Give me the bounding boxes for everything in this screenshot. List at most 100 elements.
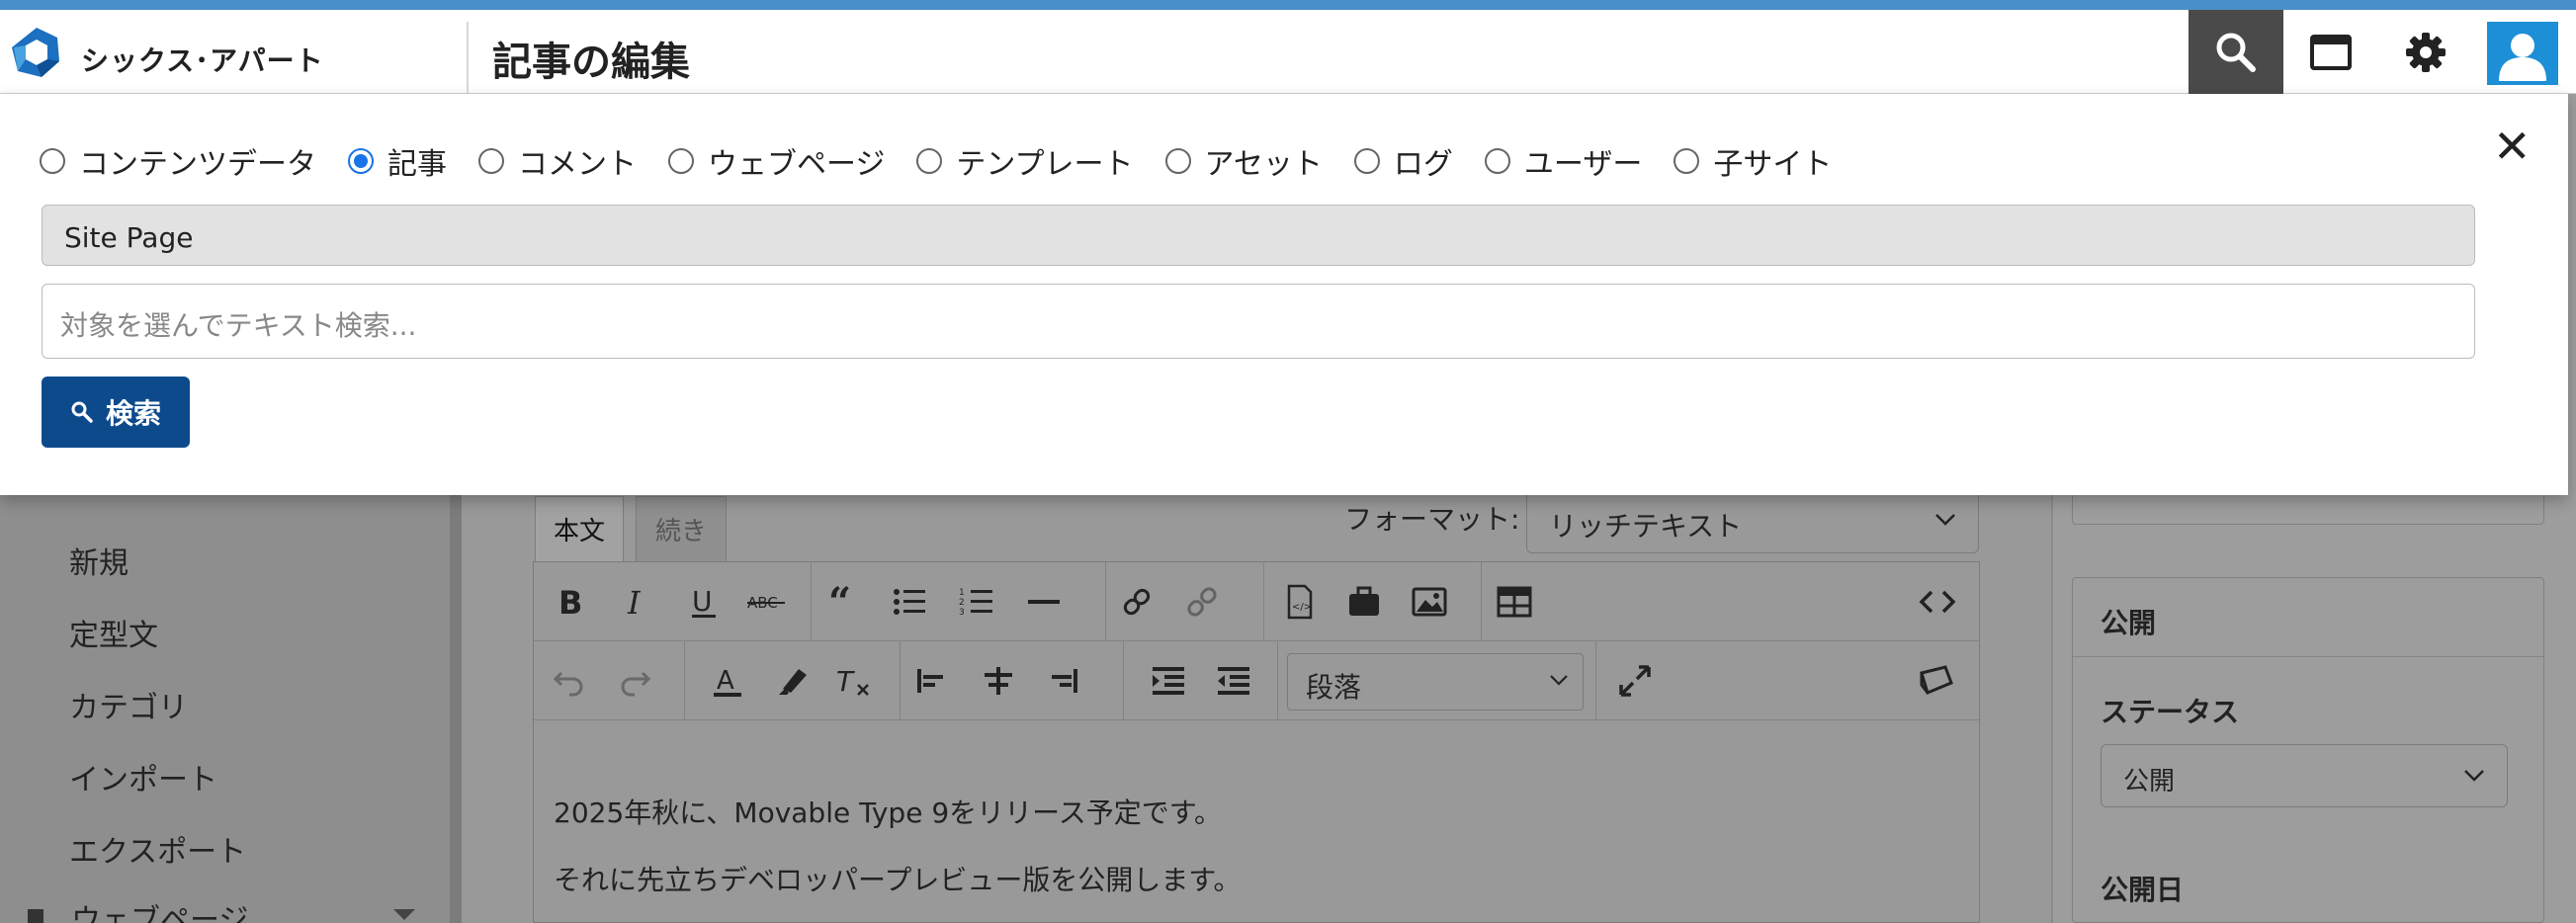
italic-icon[interactable]: I [615, 580, 658, 624]
svg-text:“: “ [828, 584, 851, 620]
radio-log[interactable]: ログ [1353, 139, 1453, 183]
align-left-icon[interactable] [909, 659, 953, 703]
table-icon[interactable] [1493, 580, 1536, 624]
blockquote-icon[interactable]: “ [820, 580, 864, 624]
outdent-icon[interactable] [1212, 659, 1255, 703]
svg-text:</>: </> [1292, 602, 1312, 613]
user-avatar-icon [2499, 34, 2546, 81]
status-label: ステータス [2101, 696, 2240, 728]
sidebar-item-export[interactable]: エクスポート [69, 827, 246, 871]
gear-icon [2406, 32, 2446, 72]
format-select-value: リッチテキスト [1549, 510, 1743, 543]
numbered-list-icon[interactable]: 123 [955, 580, 998, 624]
search-scope-select[interactable]: Site Page [42, 205, 2475, 266]
search-submit-button[interactable]: 検索 [42, 377, 190, 448]
horizontal-rule-icon[interactable] [1022, 580, 1066, 624]
sidebar-item-category[interactable]: カテゴリ [69, 683, 188, 726]
radio-button[interactable] [1484, 148, 1510, 174]
radio-child-site[interactable]: 子サイト [1674, 139, 1832, 183]
radio-button[interactable] [1674, 148, 1700, 174]
header-search-button[interactable] [2189, 10, 2283, 94]
radio-user[interactable]: ユーザー [1484, 139, 1642, 183]
radio-asset[interactable]: アセット [1164, 139, 1323, 183]
header-view-site-button[interactable] [2283, 10, 2378, 94]
search-input[interactable]: 対象を選んでテキスト検索... [42, 284, 2475, 359]
sidebar-group-webpage[interactable]: ウェブページ [28, 895, 415, 923]
undo-icon [548, 659, 591, 703]
radio-label: 記事 [387, 147, 447, 182]
bullet-list-icon[interactable] [888, 580, 931, 624]
sidebar-item-new[interactable]: 新規 [69, 539, 129, 582]
radio-webpage[interactable]: ウェブページ [668, 139, 885, 183]
underline-icon[interactable]: U [682, 580, 726, 624]
radio-template[interactable]: テンプレート [916, 139, 1134, 183]
bold-icon[interactable]: B [548, 580, 591, 624]
align-right-icon[interactable] [1042, 659, 1085, 703]
radio-label: テンプレート [956, 147, 1134, 182]
link-icon[interactable] [1115, 580, 1159, 624]
editor-toolbar-row-1: B I U ABC “ 123 </> [534, 562, 1979, 641]
app-header: シックス･アパート 記事の編集 [0, 10, 2576, 94]
insert-asset-icon[interactable] [1342, 580, 1386, 624]
publish-card-title: 公開 [2073, 578, 2543, 657]
page-title: 記事の編集 [492, 40, 690, 85]
content-paragraph-2[interactable]: それに先立ちデベロッパープレビュー版を公開します。 [554, 859, 1242, 898]
align-center-icon[interactable] [977, 659, 1020, 703]
radio-button[interactable] [916, 148, 943, 174]
source-view-icon[interactable] [1914, 659, 1957, 703]
strikethrough-icon[interactable]: ABC [745, 580, 789, 624]
radio-label: アセット [1204, 147, 1323, 182]
status-select-value: 公開 [2123, 767, 2176, 797]
format-label: フォーマット: [1344, 503, 1520, 536]
tab-body[interactable]: 本文 [535, 496, 624, 561]
six-apart-logo-icon[interactable] [8, 24, 65, 81]
radio-label: ウェブページ [708, 147, 886, 182]
text-color-icon[interactable]: A [706, 659, 749, 703]
header-divider [467, 22, 469, 93]
paragraph-format-select[interactable]: 段落 [1287, 653, 1584, 711]
radio-button[interactable] [1353, 148, 1380, 174]
fullscreen-icon[interactable] [1613, 659, 1657, 703]
svg-text:A: A [717, 666, 734, 696]
svg-text:3: 3 [959, 608, 965, 618]
highlight-icon[interactable] [771, 659, 815, 703]
header-user-button[interactable] [2487, 22, 2558, 85]
radio-label: 子サイト [1713, 147, 1833, 182]
clear-format-icon[interactable]: T [832, 659, 876, 703]
redo-icon [613, 659, 656, 703]
radio-label: ログ [1393, 147, 1453, 182]
search-panel: コンテンツデータ 記事 コメント ウェブページ テンプレート アセット ログ ユ… [0, 94, 2568, 495]
source-code-icon[interactable] [1916, 580, 1959, 624]
brand-name[interactable]: シックス･アパート [81, 40, 324, 79]
radio-content-data[interactable]: コンテンツデータ [40, 139, 316, 183]
insert-html-icon[interactable]: </> [1277, 580, 1321, 624]
radio-button[interactable] [668, 148, 694, 174]
radio-button[interactable] [478, 148, 504, 174]
content-paragraph-1[interactable]: 2025年秋に、Movable Type 9をリリース予定です。 [554, 792, 1222, 831]
svg-text:2: 2 [959, 598, 965, 608]
svg-text:B: B [558, 584, 582, 620]
chevron-down-icon [1550, 675, 1568, 686]
radio-entry[interactable]: 記事 [348, 139, 447, 183]
status-select[interactable]: 公開 [2101, 744, 2508, 807]
top-accent-bar [0, 0, 2576, 10]
rich-text-editor[interactable]: B I U ABC “ 123 </> A T 段落 2025年秋に、Movab… [533, 561, 1980, 923]
header-settings-button[interactable] [2378, 10, 2473, 94]
indent-icon[interactable] [1147, 659, 1190, 703]
radio-label: コメント [518, 147, 637, 182]
insert-image-icon[interactable] [1408, 580, 1451, 624]
svg-text:T: T [836, 665, 855, 698]
webpage-icon [28, 909, 43, 923]
tab-more[interactable]: 続き [636, 496, 727, 561]
sidebar-item-boilerplate[interactable]: 定型文 [69, 611, 158, 654]
search-icon [71, 401, 93, 423]
radio-comment[interactable]: コメント [478, 139, 637, 183]
search-button-label: 検索 [105, 397, 161, 430]
format-select[interactable]: リッチテキスト [1526, 488, 1979, 553]
sidebar-item-import[interactable]: インポート [69, 755, 217, 798]
radio-button[interactable] [348, 148, 374, 174]
radio-button[interactable] [40, 148, 65, 174]
close-icon[interactable]: ✕ [2493, 124, 2532, 169]
editor-toolbar-row-2: A T 段落 [534, 641, 1979, 720]
radio-button[interactable] [1164, 148, 1191, 174]
